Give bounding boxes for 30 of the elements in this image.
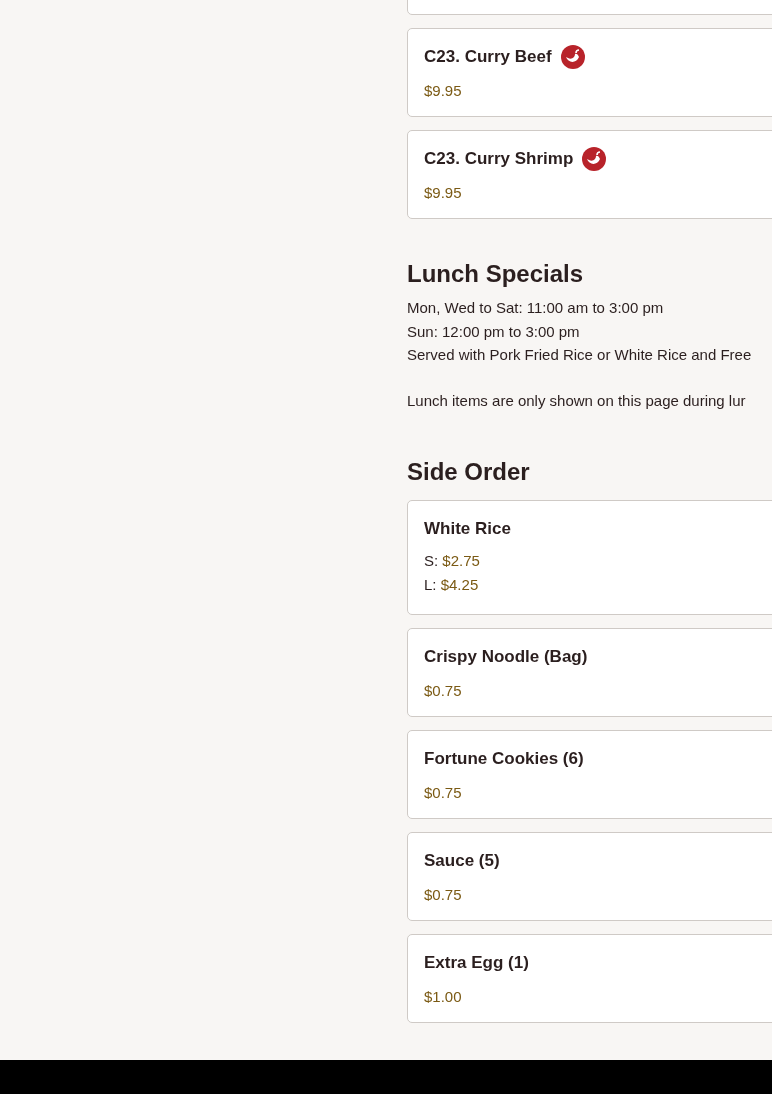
size-label: L: [424, 576, 437, 593]
menu-item-card[interactable]: C23. Curry Shrimp $9.95 [407, 130, 772, 219]
item-price: $0.75 [424, 886, 463, 903]
item-name: Crispy Noodle (Bag) [424, 647, 588, 667]
item-price: $1.00 [424, 988, 463, 1005]
size-label: S: [424, 552, 439, 569]
item-price: $9.95 [424, 82, 463, 99]
info-text: Lunch items are only shown on this page during lur [407, 390, 747, 411]
menu-item-card[interactable]: C23. Curry Beef $9.95 [407, 28, 772, 117]
item-name: Sauce (5) [424, 851, 500, 871]
section-heading: Lunch Specials [407, 259, 585, 289]
menu-item-card[interactable]: Sauce (5) $0.75 [407, 832, 772, 921]
item-name: Fortune Cookies (6) [424, 749, 584, 769]
menu-item-card[interactable]: Extra Egg (1) $1.00 [407, 934, 772, 1023]
item-name: Extra Egg (1) [424, 953, 529, 973]
menu-item-card[interactable]: Fortune Cookies (6) $0.75 [407, 730, 772, 819]
item-price: $2.75 [442, 552, 480, 569]
item-price: $4.25 [440, 576, 479, 593]
section-heading: Side Order [407, 457, 531, 487]
info-text: Mon, Wed to Sat: 11:00 am to 3:00 pm [407, 298, 665, 318]
item-price: $0.75 [424, 682, 463, 699]
menu-item-card[interactable]: Crispy Noodle (Bag) $0.75 [407, 628, 772, 717]
menu-item-card[interactable]: White Rice S: $2.75 L: $4.25 [407, 500, 772, 615]
item-price: $9.95 [424, 184, 463, 201]
info-text: Served with Pork Fried Rice or White Rice and Free [407, 345, 753, 365]
item-name: C23. Curry Beef [424, 47, 552, 67]
item-name: C23. Curry Shrimp [424, 149, 574, 169]
item-price: $0.75 [424, 784, 463, 801]
item-name: White Rice [424, 519, 511, 539]
info-text: Sun: 12:00 pm to 3:00 pm [407, 321, 581, 342]
